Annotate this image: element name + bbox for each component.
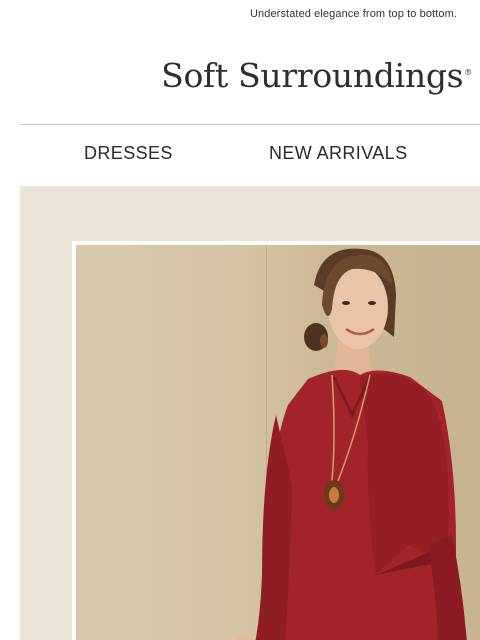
brand-logo-text: Soft Surroundings [161,56,464,95]
preheader-text: Understated elegance from top to bottom. [249,8,457,20]
main-nav: DRESSES NEW ARRIVALS [20,143,480,169]
nav-link-dresses[interactable]: DRESSES [84,143,173,164]
nav-link-new-arrivals[interactable]: NEW ARRIVALS [269,143,408,164]
registered-mark: ® [464,68,472,77]
model-figure-illustration [234,248,467,640]
hero-banner[interactable] [20,186,480,640]
header-divider [20,124,480,125]
hero-photo[interactable] [72,241,480,640]
brand-logo[interactable]: Soft Surroundings® [0,56,472,95]
